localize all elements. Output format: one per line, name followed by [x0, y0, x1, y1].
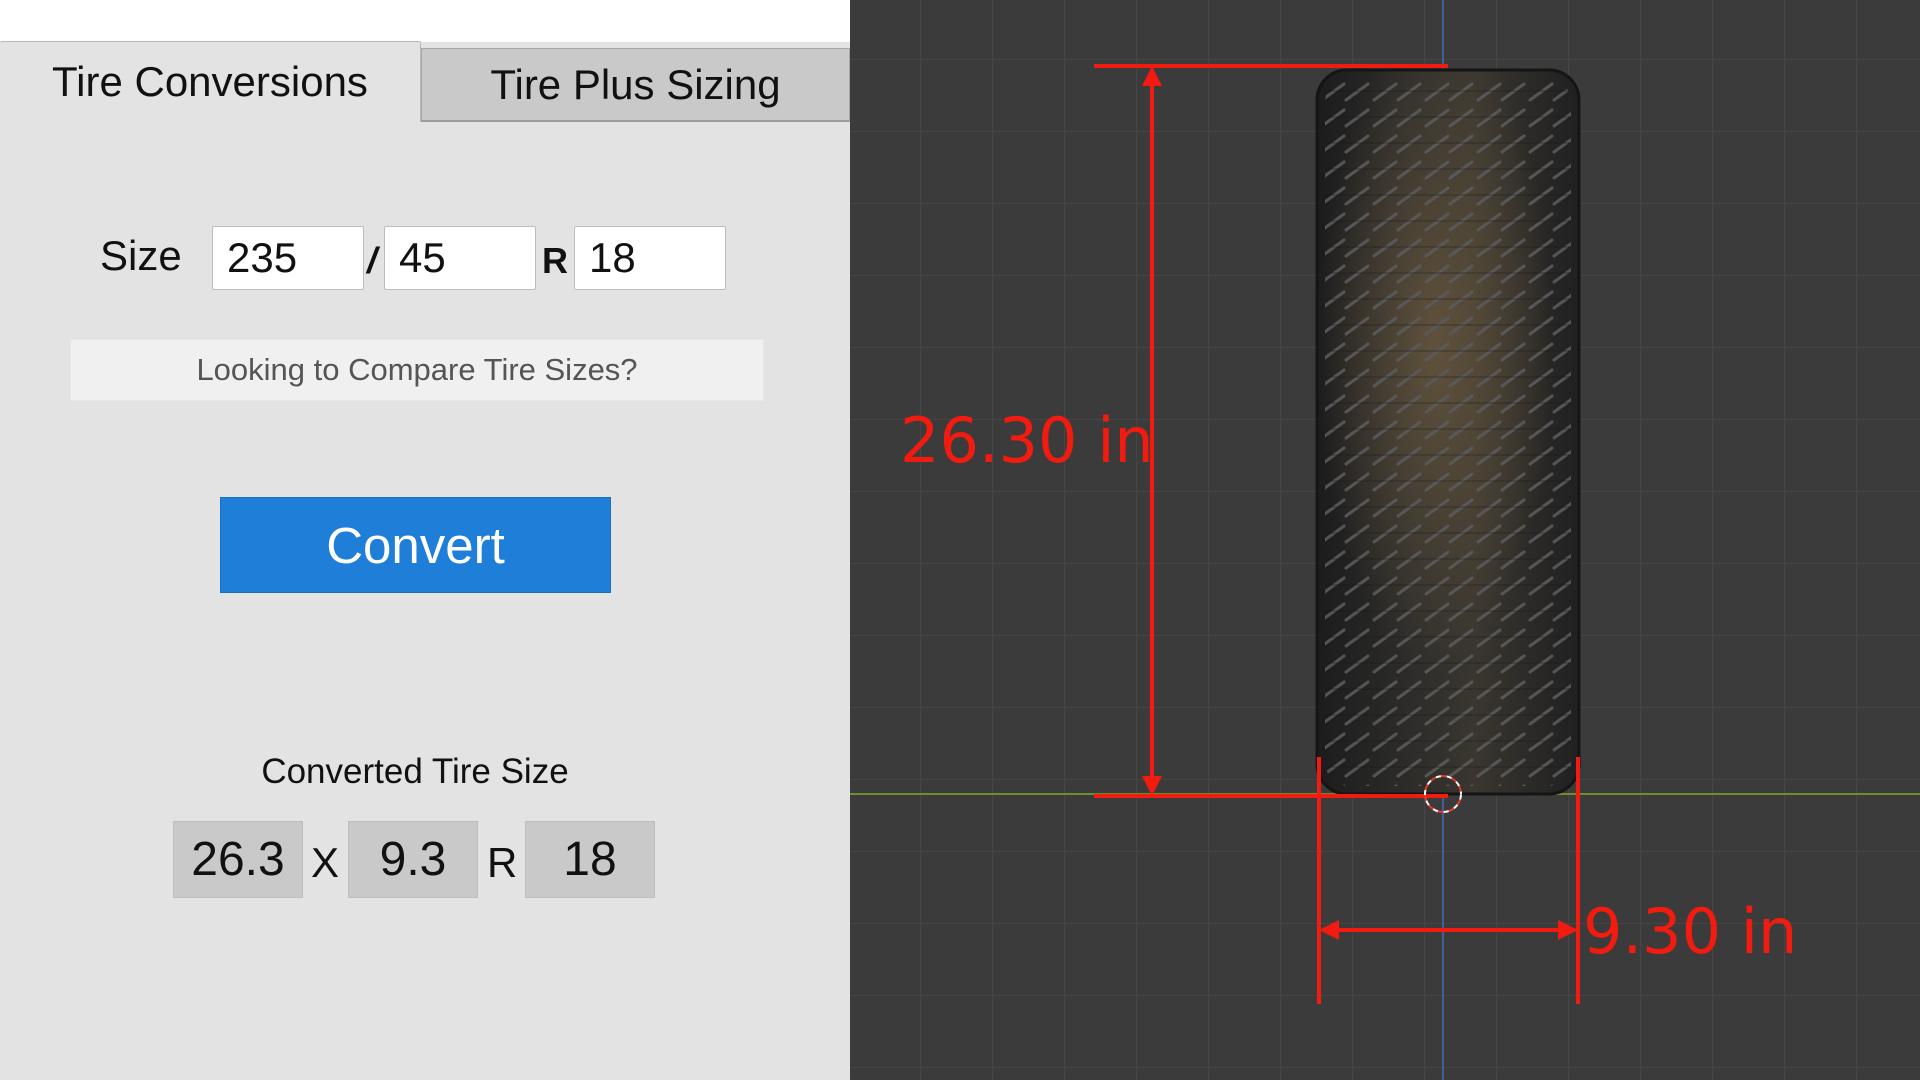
converter-panel: Tire Conversions Tire Plus Sizing Size /…	[0, 0, 850, 1080]
tab-label: Tire Plus Sizing	[490, 60, 781, 108]
3d-viewport[interactable]: 26.30 in 9.30 in	[850, 0, 1920, 1080]
converted-size-title: Converted Tire Size	[261, 752, 569, 791]
convert-button[interactable]: Convert	[220, 497, 611, 593]
result-rim: 18	[525, 821, 655, 898]
aspect-ratio-input[interactable]	[384, 226, 536, 290]
result-diameter: 26.3	[173, 821, 303, 898]
result-width: 9.3	[348, 821, 478, 898]
construction-label: R	[542, 240, 568, 281]
size-label: Size	[100, 232, 182, 279]
tab-tire-plus-sizing[interactable]: Tire Plus Sizing	[421, 48, 850, 122]
width-dimension-label: 9.30 in	[1583, 895, 1797, 968]
tire-model	[1315, 68, 1581, 796]
height-dimension-label: 26.30 in	[900, 404, 1154, 477]
compare-tire-sizes-link[interactable]: Looking to Compare Tire Sizes?	[70, 339, 764, 401]
tire-width-input[interactable]	[212, 226, 364, 290]
tab-bar-background	[0, 0, 850, 42]
tab-label: Tire Conversions	[52, 58, 368, 105]
result-r-separator: R	[487, 839, 518, 886]
tab-tire-conversions[interactable]: Tire Conversions	[0, 41, 421, 122]
tire-dimension-drawing: 26.30 in 9.30 in	[850, 0, 1920, 1080]
slash-separator: /	[367, 240, 378, 281]
result-x-separator: X	[311, 839, 340, 886]
rim-diameter-input[interactable]	[574, 226, 726, 290]
